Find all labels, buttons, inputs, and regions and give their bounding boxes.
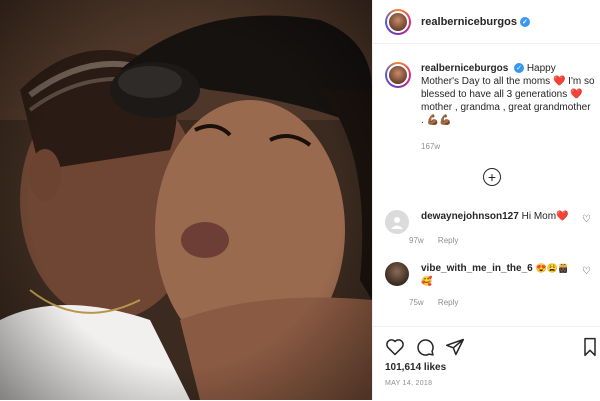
post-caption: realberniceburgos ✓ Happy Mother's Day t…: [385, 62, 595, 127]
comment-timestamp[interactable]: 75w: [409, 298, 424, 307]
bookmark-icon[interactable]: [581, 337, 599, 357]
post-header: realberniceburgos ✓: [373, 0, 600, 44]
photo-illustration: [0, 0, 372, 400]
heart-icon[interactable]: [385, 337, 405, 357]
load-more-comments-icon[interactable]: +: [483, 168, 501, 186]
post-photo[interactable]: [0, 0, 372, 400]
verified-badge-icon: ✓: [514, 63, 525, 74]
comment-icon[interactable]: [415, 337, 435, 357]
like-comment-heart-icon[interactable]: ♡: [582, 214, 591, 225]
comment-body: vibe_with_me_in_the_6 😍😩👸🏿🥰: [421, 262, 571, 288]
author-username-text[interactable]: realberniceburgos: [421, 16, 517, 28]
like-comment-heart-icon[interactable]: ♡: [582, 266, 591, 277]
caption-text: realberniceburgos ✓ Happy Mother's Day t…: [421, 62, 595, 127]
comment-avatar[interactable]: [385, 210, 409, 234]
author-avatar[interactable]: [385, 8, 411, 35]
comment-timestamp[interactable]: 97w: [409, 236, 424, 245]
caption-timestamp[interactable]: 167w: [421, 142, 440, 151]
post-actions: 101,614 likes MAY 14, 2018: [373, 326, 600, 401]
caption-username[interactable]: realberniceburgos: [421, 63, 508, 74]
action-icons: [385, 337, 465, 357]
comment-username[interactable]: dewaynejohnson127: [421, 211, 519, 222]
comment-meta: 75w Reply: [409, 298, 470, 307]
comment-text: Hi Mom❤️: [521, 211, 569, 222]
comment-meta: 97w Reply: [409, 236, 470, 245]
post-sidebar: realberniceburgos ✓ realberniceburgos ✓ H…: [372, 0, 600, 400]
reply-button[interactable]: Reply: [438, 236, 458, 245]
comment-username[interactable]: vibe_with_me_in_the_6: [421, 263, 533, 274]
comment-body: dewaynejohnson127 Hi Mom❤️: [421, 210, 571, 234]
share-icon[interactable]: [445, 337, 465, 357]
author-username[interactable]: realberniceburgos ✓: [421, 16, 530, 28]
caption-avatar[interactable]: [385, 62, 411, 88]
default-avatar-icon: [391, 217, 403, 229]
verified-badge-icon: ✓: [519, 16, 530, 27]
post-date: MAY 14, 2018: [385, 380, 433, 387]
comment-item: vibe_with_me_in_the_6 😍😩👸🏿🥰 ♡: [385, 262, 597, 288]
comment-item: dewaynejohnson127 Hi Mom❤️ ♡: [385, 210, 597, 234]
comment-avatar[interactable]: [385, 262, 409, 286]
reply-button[interactable]: Reply: [438, 298, 458, 307]
like-count[interactable]: 101,614 likes: [385, 362, 446, 373]
